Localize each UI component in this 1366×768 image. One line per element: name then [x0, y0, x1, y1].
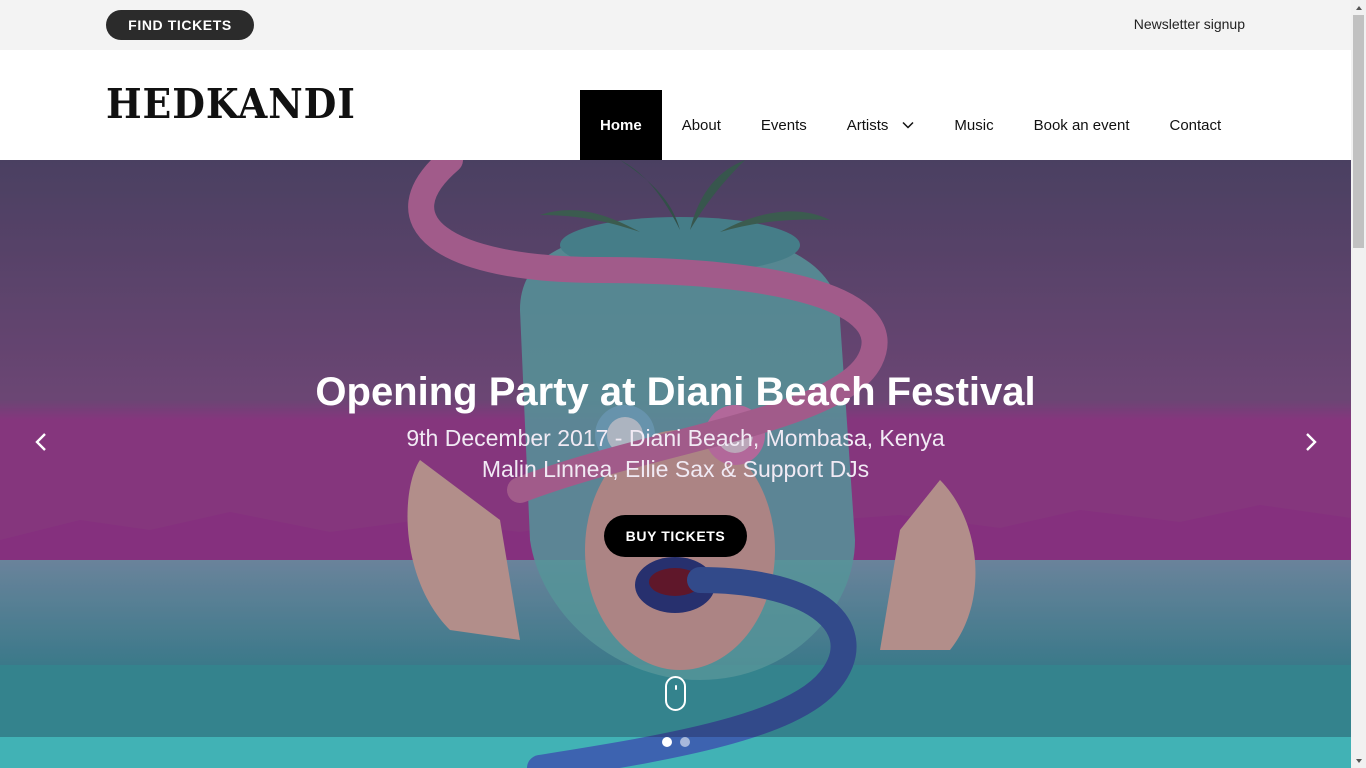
nav-music[interactable]: Music [934, 90, 1013, 160]
nav-home[interactable]: Home [580, 90, 662, 160]
hero-title: Opening Party at Diani Beach Festival [315, 370, 1036, 414]
nav-label: About [681, 116, 721, 134]
mouse-wheel [675, 685, 677, 690]
nav-label: Contact [1169, 116, 1222, 134]
slider-dot-2[interactable] [680, 737, 690, 747]
chevron-left-icon[interactable] [30, 430, 54, 454]
scroll-up-arrow-icon[interactable] [1351, 0, 1366, 15]
slider-dot-1[interactable] [662, 737, 672, 747]
mouse-scroll-icon[interactable] [665, 676, 686, 711]
buy-tickets-button[interactable]: BUY TICKETS [604, 515, 747, 557]
page-scrollbar[interactable] [1351, 0, 1366, 768]
logo-wordmark: HEDKANDI [106, 80, 356, 128]
scroll-down-arrow-icon[interactable] [1351, 753, 1366, 768]
newsletter-signup-link[interactable]: Newsletter signup [1134, 16, 1245, 32]
scrollbar-thumb[interactable] [1353, 15, 1364, 248]
nav-label: Artists [846, 116, 889, 134]
nav-label: Music [954, 116, 994, 134]
slider-pagination [662, 737, 690, 747]
find-tickets-button[interactable]: FIND TICKETS [106, 10, 254, 40]
nav-contact[interactable]: Contact [1150, 90, 1242, 160]
hedkandi-logo[interactable]: HEDKANDI [106, 80, 378, 128]
top-bar: FIND TICKETS Newsletter signup [0, 0, 1351, 50]
hero-slider: Opening Party at Diani Beach Festival 9t… [0, 160, 1351, 768]
nav-label: Home [600, 116, 642, 134]
hero-event-lineup: Malin Linnea, Ellie Sax & Support DJs [481, 456, 870, 482]
chevron-right-icon[interactable] [1298, 430, 1322, 454]
chevron-down-icon[interactable] [902, 119, 914, 131]
nav-artists[interactable]: Artists [827, 90, 935, 160]
nav-label: Events [760, 116, 807, 134]
nav-book-an-event[interactable]: Book an event [1014, 90, 1150, 160]
main-nav: Home About Events Artists Music Book an … [580, 90, 1241, 160]
site-header: HEDKANDI Home About Events Artists Music… [0, 50, 1351, 160]
nav-label: Book an event [1033, 116, 1130, 134]
nav-events[interactable]: Events [741, 90, 827, 160]
hero-event-date-location: 9th December 2017 - Diani Beach, Mombasa… [406, 425, 945, 451]
nav-about[interactable]: About [662, 90, 741, 160]
